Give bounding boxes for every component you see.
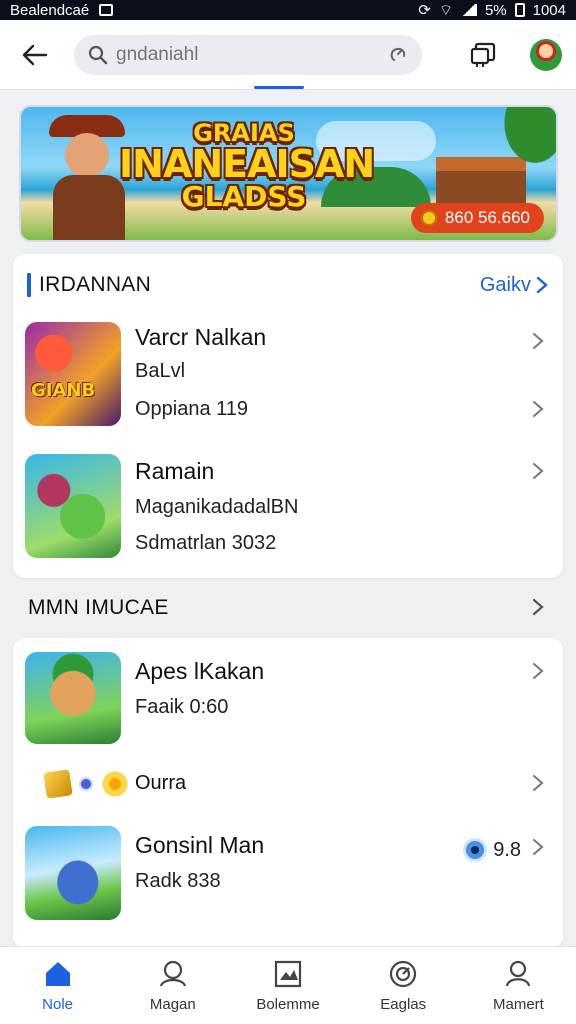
tab-indicator [254,86,304,89]
chevron-right-icon [529,400,547,418]
top-bar [0,20,576,90]
chevron-right-icon [529,662,547,680]
banner-title: GRAIAS INANEAISAN GLADSS [119,121,375,213]
list-item[interactable]: Gonsinl Man Radk 838 9.8 [25,826,551,926]
battery-percent: 5% [484,1,507,19]
search-icon [88,45,108,64]
home-icon [45,962,70,986]
item-title: Apes lKakan [135,658,265,684]
section2-title: MMN IMUCAE [28,596,169,619]
section-link-label: Gaikv [479,273,531,296]
battery-icon [514,3,525,17]
voice-search-icon[interactable] [388,45,408,65]
section-accent-bar [27,273,31,297]
blue-gem-icon [79,777,93,791]
gold-cube-icon [43,769,73,799]
item-icons [43,769,129,799]
wifi-icon: ⌔ [438,1,453,19]
section-header: IRDANNAN Gaikv [27,270,549,300]
coin-icon [420,210,437,226]
list-item[interactable]: Apes lKakan Faaik 0:60 [25,652,551,760]
person-outline-icon [159,960,186,987]
arrow-left-icon [22,44,48,65]
search-input[interactable] [116,43,388,66]
nav-item-bolemme[interactable]: Bolemme [230,947,345,1024]
nav-item-home[interactable]: Nole [0,947,115,1024]
chevron-right-icon[interactable] [532,598,544,621]
item-meta: Oppiana 119 [135,398,249,420]
avatar[interactable] [530,38,562,71]
rating-value: 9.8 [493,838,521,861]
item-subtitle: BaLvl [135,360,186,382]
status-left-text: Bealendcaé [10,1,90,19]
thumbnail-text: GIANB [31,380,96,401]
gallery-notification-icon [99,4,114,16]
item-title: Ourra [135,772,187,794]
rating-badge-icon [463,838,488,862]
section2-card: Apes lKakan Faaik 0:60 Ourra Gonsinl Man… [13,638,563,948]
chevron-right-icon [529,462,547,480]
item-subtitle: MaganikadadalBN [135,496,299,518]
nav-label: Mamert [492,996,544,1013]
nav-label: Magan [149,996,196,1013]
nav-item-eaglas[interactable]: Eaglas [346,947,461,1024]
item-subtitle: Faaik 0:60 [135,696,229,718]
banner-price-pill[interactable]: 860 56.660 [410,203,544,233]
search-bar[interactable] [74,34,422,75]
game-thumbnail: GIANB [25,322,121,426]
nav-label: Bolemme [256,996,320,1013]
chevron-right-icon [536,276,548,294]
chevron-right-icon [529,838,547,856]
list-item[interactable]: GIANB Varcr Nalkan BaLvl Oppiana 119 [25,322,551,432]
nav-label: Eaglas [380,996,427,1013]
status-bar: Bealendcaé ⟳ ⌔ 5% 1004 [0,0,576,20]
chevron-right-icon [529,332,547,350]
back-button[interactable] [14,34,56,76]
picture-frame-icon [274,960,302,988]
profile-icon [506,960,531,987]
clock: 1004 [532,1,566,19]
nav-label: Nole [42,996,74,1013]
item-meta: Sdmatrlan 3032 [135,532,277,554]
section-see-all-link[interactable]: Gaikv [480,274,549,297]
promo-banner[interactable]: GRAIAS INANEAISAN GLADSS 860 56.660 [19,105,558,242]
gold-flower-icon [101,770,129,798]
nav-item-mamert[interactable]: Mamert [461,947,576,1024]
game-thumbnail [25,652,121,744]
target-icon [390,960,417,988]
item-subtitle: Radk 838 [135,870,221,892]
list-item[interactable]: Ramain MaganikadadalBN Sdmatrlan 3032 [25,454,551,562]
bottom-nav: Nole Magan Bolemme Eaglas Mamert [0,946,576,1024]
sync-icon: ⟳ [418,2,431,19]
item-title: Ramain [135,458,215,484]
banner-title-line-3: GLADSS [181,180,307,213]
nav-item-magan[interactable]: Magan [115,947,230,1024]
banner-palm [486,107,556,187]
featured-section-card: IRDANNAN Gaikv GIANB Varcr Nalkan BaLvl … [13,254,563,578]
cast-icon [470,42,496,67]
item-title: Gonsinl Man [135,832,265,858]
game-thumbnail [25,454,121,558]
banner-pill-text: 860 56.660 [444,208,530,227]
section-title: IRDANNAN [39,273,152,296]
banner-title-line-2: INANEAISAN [119,142,375,186]
game-thumbnail [25,826,121,920]
item-title: Varcr Nalkan [135,324,267,350]
item-rating: 9.8 [463,838,521,862]
list-item[interactable]: Ourra [25,758,551,808]
signal-icon [460,4,477,16]
cast-button[interactable] [468,39,500,71]
chevron-right-icon [529,774,547,792]
